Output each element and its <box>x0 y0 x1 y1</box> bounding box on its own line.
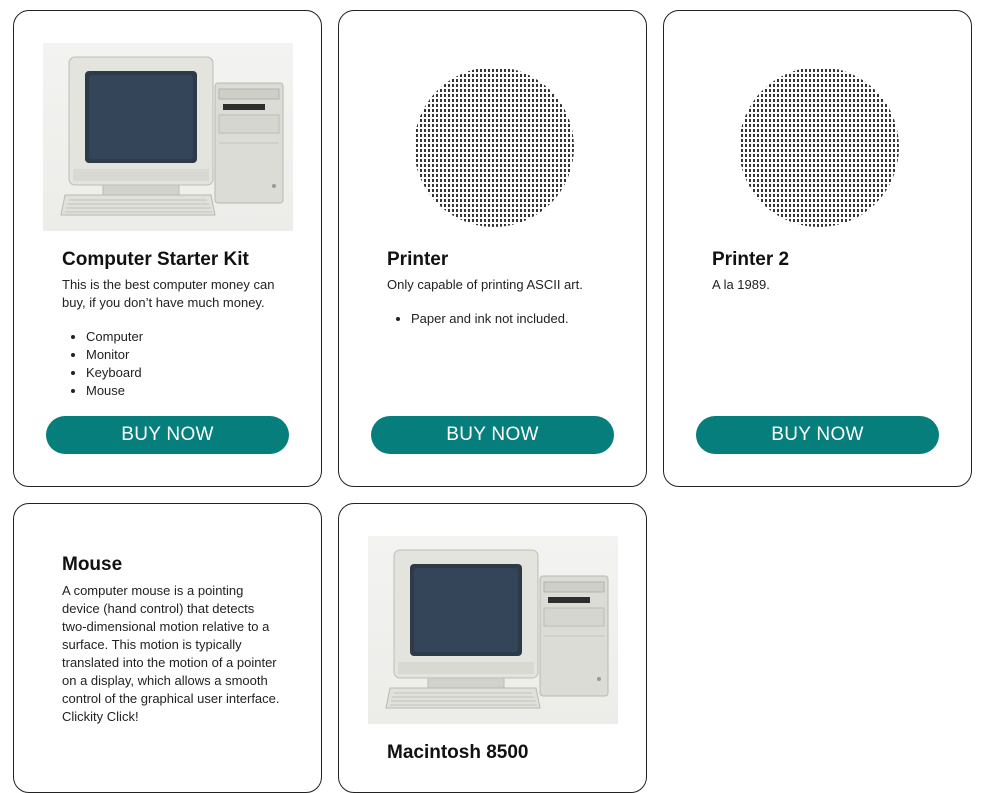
product-title: Macintosh 8500 <box>387 742 529 763</box>
product-card-computer-starter-kit: Computer Starter Kit This is the best co… <box>13 10 322 487</box>
buy-now-button[interactable]: BUY NOW <box>371 416 614 454</box>
feature-item: Keyboard <box>86 364 143 382</box>
feature-item: Computer <box>86 328 143 346</box>
product-description: A computer mouse is a pointing device (h… <box>62 583 280 724</box>
ascii-art-image <box>693 43 943 231</box>
product-title: Computer Starter Kit <box>62 249 249 270</box>
computer-photo <box>368 536 618 724</box>
feature-item: Mouse <box>86 382 143 400</box>
feature-item: Monitor <box>86 346 143 364</box>
computer-photo <box>43 43 293 231</box>
feature-item: Paper and ink not included. <box>411 310 569 328</box>
product-title: Mouse <box>62 554 123 575</box>
product-card-mouse: Mouse A computer mouse is a pointing dev… <box>13 503 322 793</box>
feature-list: Computer Monitor Keyboard Mouse <box>62 328 143 400</box>
product-card-printer-2: Printer 2 A la 1989. BUY NOW <box>663 10 972 487</box>
product-description: Only capable of printing ASCII art. <box>387 277 583 292</box>
product-description: This is the best computer money can buy,… <box>62 277 275 310</box>
product-card-printer: Printer Only capable of printing ASCII a… <box>338 10 647 487</box>
buy-now-button[interactable]: BUY NOW <box>46 416 289 454</box>
feature-list: Paper and ink not included. <box>387 310 569 328</box>
product-description: A la 1989. <box>712 277 770 292</box>
ascii-art-image <box>368 43 618 231</box>
buy-now-button[interactable]: BUY NOW <box>696 416 939 454</box>
product-title: Printer 2 <box>712 249 790 270</box>
product-card-macintosh-8500: Macintosh 8500 <box>338 503 647 793</box>
product-title: Printer <box>387 249 449 270</box>
